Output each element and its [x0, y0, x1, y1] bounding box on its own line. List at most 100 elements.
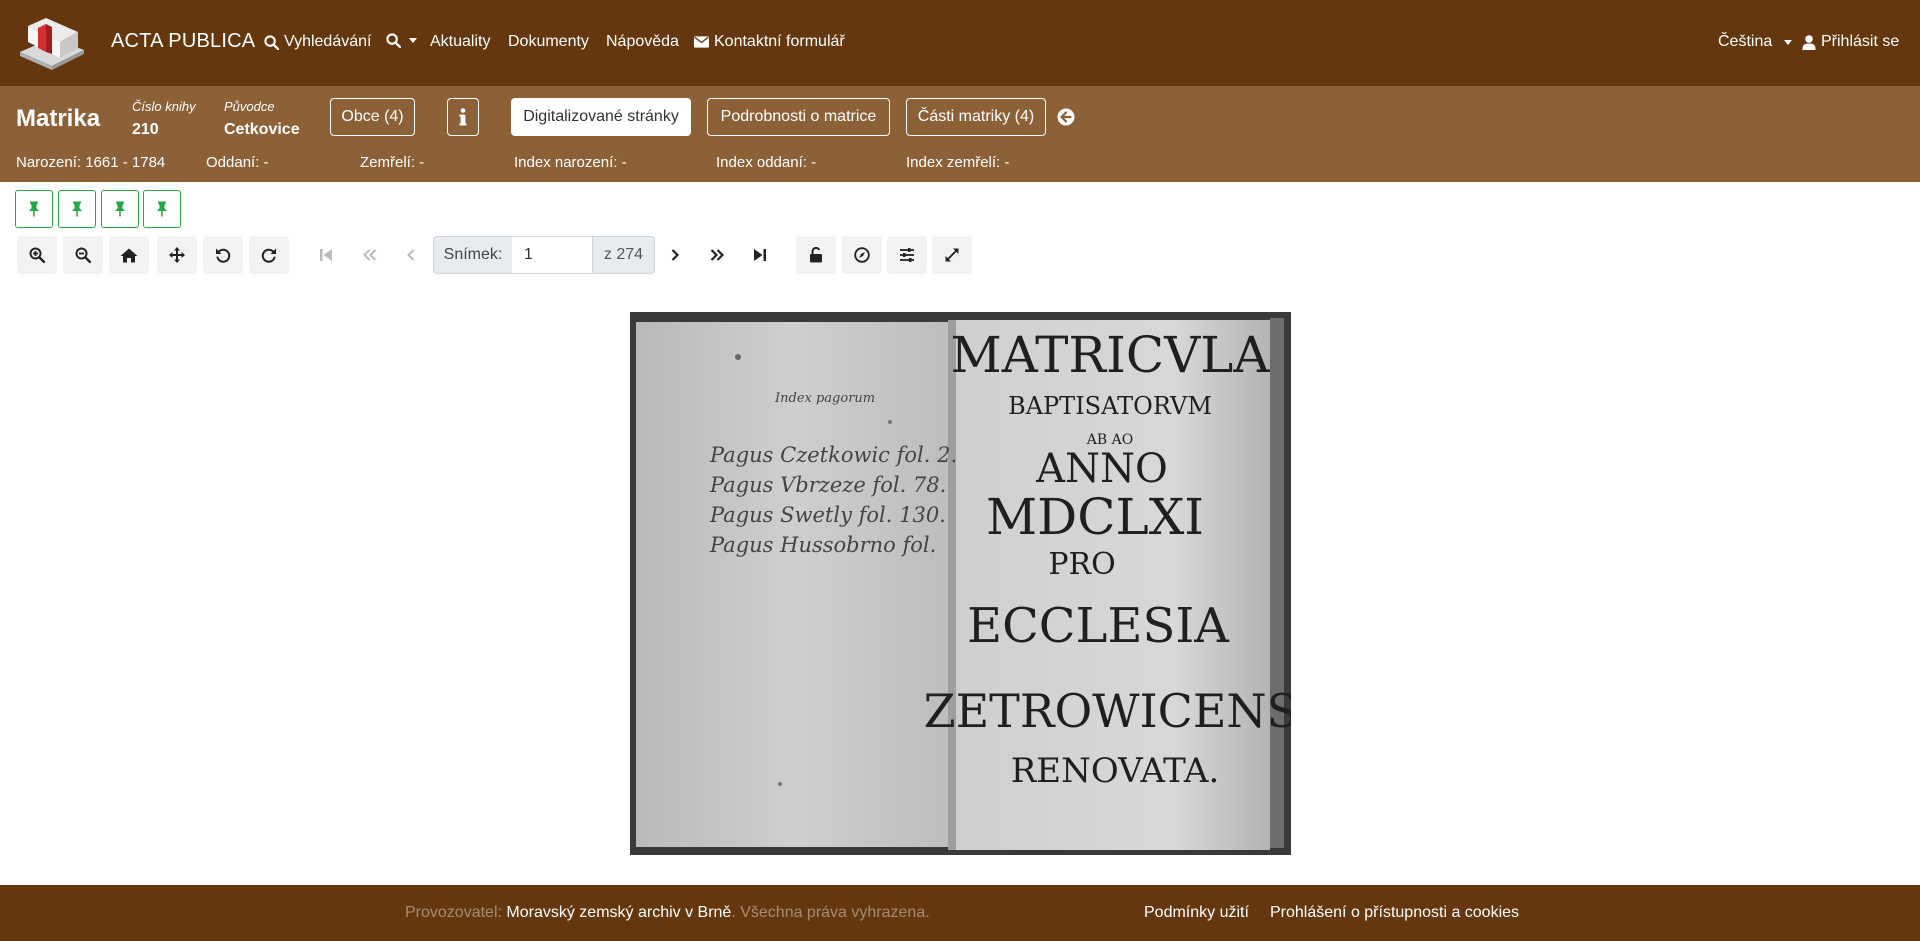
first-page-button[interactable]: [306, 236, 346, 274]
tab-register-parts[interactable]: Části matriky (4): [906, 98, 1046, 136]
book-number-label: Číslo knihy: [132, 99, 196, 114]
origin-label: Původce: [224, 99, 275, 114]
brand-title[interactable]: ACTA PUBLICA: [111, 30, 255, 53]
scan-left-line: Pagus Hussobrno fol.: [709, 533, 936, 557]
info-icon: [459, 108, 467, 126]
stat-births: Narození: 1661 - 1784: [16, 154, 166, 171]
pin-button[interactable]: [15, 190, 53, 228]
accessibility-link[interactable]: Prohlášení o přístupnosti a cookies: [1270, 904, 1519, 922]
fast-forward-button[interactable]: [697, 236, 737, 274]
rotate-right-button[interactable]: [249, 236, 289, 274]
nav-contact-label: Kontaktní formulář: [714, 33, 845, 50]
chevron-left-icon: [407, 249, 415, 261]
unlock-icon: [810, 247, 822, 263]
rewind-button[interactable]: [350, 236, 390, 274]
stat-deaths: Zemřelí: -: [360, 154, 425, 171]
chevron-down-icon: [1784, 39, 1793, 45]
nav-search[interactable]: Vyhledávání: [264, 33, 371, 51]
operator-label: Provozovatel:: [405, 904, 502, 921]
scan-left-heading: Index pagorum: [774, 391, 875, 406]
envelope-icon: [694, 36, 709, 48]
search-icon: [264, 34, 279, 50]
zoom-out-button[interactable]: [63, 236, 103, 274]
stat-birth-index: Index narození: -: [514, 154, 627, 171]
origin: Původce Cetkovice: [224, 99, 300, 139]
nav-advanced-search-dropdown[interactable]: [386, 33, 417, 48]
chevron-right-icon: [671, 249, 679, 261]
record-title: Matrika: [16, 105, 101, 132]
record-header: Matrika Číslo knihy 210 Původce Cetkovic…: [0, 86, 1920, 182]
scan-right-line: MDCLXI: [986, 488, 1204, 546]
scan-right-line: ZETROWICENSI: [924, 684, 1291, 738]
last-page-button[interactable]: [740, 236, 780, 274]
nav-news[interactable]: Aktuality: [430, 33, 490, 51]
navigator-button[interactable]: [842, 236, 882, 274]
skip-to-end-icon: [754, 249, 766, 261]
rights-text: . Všechna práva vyhrazena.: [731, 904, 930, 921]
stat-death-index: Index zemřelí: -: [906, 154, 1010, 171]
book-number-value: 210: [132, 121, 159, 138]
scan-right-line: ANNO: [1035, 446, 1168, 492]
login-link[interactable]: Přihlásit se: [1802, 33, 1899, 51]
scan-left-line: Pagus Swetly fol. 130.: [709, 503, 946, 527]
scan-right-line: PRO: [1048, 547, 1115, 582]
tab-register-details[interactable]: Podrobnosti o matrice: [707, 98, 890, 136]
pin-icon: [29, 201, 39, 217]
pin-button[interactable]: [58, 190, 96, 228]
rotate-right-icon: [261, 248, 276, 263]
frame-label: Snímek:: [433, 236, 513, 274]
pin-icon: [157, 201, 167, 217]
chevron-down-icon: [409, 38, 417, 43]
info-button[interactable]: [447, 98, 479, 136]
login-label: Přihlásit se: [1821, 33, 1900, 50]
pin-button[interactable]: [143, 190, 181, 228]
stat-marriages: Oddaní: -: [206, 154, 269, 171]
skip-to-start-icon: [320, 249, 332, 261]
footer: Provozovatel: Moravský zemský archiv v B…: [0, 885, 1920, 941]
operator-name[interactable]: Moravský zemský archiv v Brně: [506, 904, 731, 921]
origin-value: Cetkovice: [224, 121, 300, 138]
sliders-icon: [900, 248, 914, 262]
nav-help[interactable]: Nápověda: [606, 33, 679, 51]
language-label: Čeština: [1718, 33, 1773, 50]
zoom-in-button[interactable]: [17, 236, 57, 274]
scan-left-line: Pagus Czetkowic fol. 2.: [709, 443, 957, 467]
pin-button[interactable]: [101, 190, 139, 228]
arrows-move-icon: [169, 247, 185, 263]
municipalities-button[interactable]: Obce (4): [330, 98, 415, 136]
arrow-left-circle-icon[interactable]: [1057, 108, 1075, 126]
pan-button[interactable]: [157, 236, 197, 274]
search-icon: [386, 33, 401, 48]
adjustments-button[interactable]: [887, 236, 927, 274]
nav-contact-form[interactable]: Kontaktní formulář: [694, 33, 845, 51]
next-page-button[interactable]: [655, 236, 695, 274]
double-chevron-left-icon: [363, 249, 377, 261]
scan-right-line: MATRICVLA: [951, 326, 1271, 384]
zoom-out-icon: [75, 247, 91, 263]
frame-total: z 274: [592, 236, 655, 274]
language-dropdown[interactable]: Čeština: [1718, 33, 1793, 51]
rotate-left-button[interactable]: [203, 236, 243, 274]
tab-digitized-pages[interactable]: Digitalizované stránky: [511, 98, 691, 136]
scan-image[interactable]: Index pagorum Pagus Czetkowic fol. 2. Pa…: [630, 312, 1291, 855]
book-number: Číslo knihy 210: [132, 99, 196, 139]
terms-link[interactable]: Podmínky užití: [1144, 904, 1249, 922]
stat-marriage-index: Index oddaní: -: [716, 154, 817, 171]
nav-search-label: Vyhledávání: [284, 33, 372, 50]
acta-publica-logo[interactable]: [16, 12, 88, 70]
home-icon: [120, 248, 138, 262]
compass-icon: [854, 247, 870, 263]
previous-page-button[interactable]: [391, 236, 431, 274]
scan-drawing: Index pagorum Pagus Czetkowic fol. 2. Pa…: [630, 312, 1291, 855]
rotate-left-icon: [216, 248, 231, 263]
nav-documents[interactable]: Dokumenty: [508, 33, 589, 51]
scan-right-line: ECCLESIA: [967, 598, 1230, 654]
double-chevron-right-icon: [710, 249, 724, 261]
user-icon: [1802, 34, 1816, 50]
scan-right-line: BAPTISATORVM: [1008, 392, 1212, 420]
frame-number-input[interactable]: [512, 236, 592, 274]
expand-icon: [945, 248, 959, 262]
fullscreen-button[interactable]: [932, 236, 972, 274]
unlock-button[interactable]: [796, 236, 836, 274]
home-button[interactable]: [109, 236, 149, 274]
